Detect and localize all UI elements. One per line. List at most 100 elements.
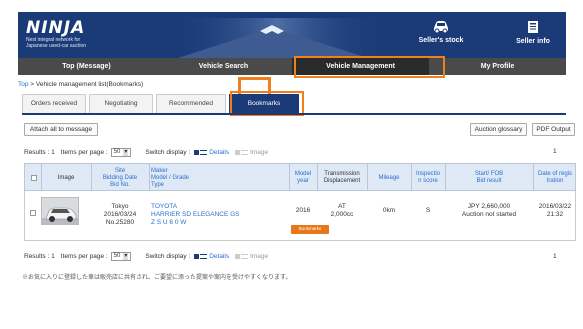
mileage-value: 0km xyxy=(382,207,396,214)
items-per-page-select[interactable]: 50 ▾ xyxy=(110,147,132,157)
table-header: Image Site Bidding Date Bid No. Maker Mo… xyxy=(24,163,577,192)
header-inspection[interactable]: Inspectio n score xyxy=(411,164,445,192)
model-grade[interactable]: HARRIER SD ELEGANCE GS xyxy=(151,211,240,219)
page-number-top[interactable]: 1 xyxy=(553,148,557,155)
header-checkbox[interactable] xyxy=(31,164,39,192)
grid-icon xyxy=(241,149,249,155)
highlight-connector-horizontal xyxy=(238,77,271,80)
logo-tagline-2: Japanese used-car auction xyxy=(26,43,87,49)
header-maker-line3: Type xyxy=(151,181,165,188)
col-divider xyxy=(149,164,150,192)
tab-negotiating[interactable]: Negotiating xyxy=(89,94,153,113)
reg-time: 21:32 xyxy=(546,211,564,218)
switch-display-label: Switch display : xyxy=(145,148,191,156)
site-cell: Tokyo 2016/03/24 No.25280 xyxy=(91,203,149,227)
bidding-date: 2016/03/24 xyxy=(103,211,137,218)
results-count: Results : 1 xyxy=(24,252,55,260)
header-site[interactable]: Site Bidding Date Bid No. xyxy=(91,164,149,192)
grid-icon xyxy=(241,253,249,259)
select-all-checkbox[interactable] xyxy=(31,175,37,181)
vehicle-thumbnail[interactable] xyxy=(41,197,79,225)
items-per-page-value: 50 xyxy=(113,148,121,155)
reg-date-cell: 2016/03/22 21:32 xyxy=(533,203,577,219)
vehicle-type[interactable]: Z S U 6 0 W xyxy=(151,219,240,227)
header-transmission-line1: Transmission xyxy=(324,171,360,177)
table-row: Tokyo 2016/03/24 No.25280 TOYOTA HARRIER… xyxy=(24,191,576,241)
header-reg-date-line2: tration xyxy=(546,178,564,184)
tab-orders-received[interactable]: Orders received xyxy=(22,94,86,113)
bookmark-note: ※お気に入りに登録した車は販売店に共有され、ご要望に添った提案や案内を受けやすく… xyxy=(22,275,292,281)
displacement-value: 2,000cc xyxy=(330,211,354,218)
logo-text: NINJA xyxy=(26,18,86,38)
header-start-line1: Start/ FOB xyxy=(474,171,504,177)
header-start-line2: Bid result xyxy=(476,178,502,184)
header-maker-line2: Model / Grade xyxy=(151,174,190,181)
items-per-page-label: Items per page : xyxy=(60,148,108,156)
switch-display: Switch display : Details Image xyxy=(145,149,268,156)
header-mileage[interactable]: Mileage xyxy=(367,164,411,192)
details-view-link[interactable]: Details xyxy=(209,149,229,156)
nav-vehicle-search[interactable]: Vehicle Search xyxy=(155,58,292,75)
header-model-year[interactable]: Model year xyxy=(289,164,317,192)
header-transmission: Transmission Displacement xyxy=(317,164,367,192)
page-number-bottom[interactable]: 1 xyxy=(553,253,557,260)
transmission-cell: AT 2,000cc xyxy=(317,203,367,219)
document-icon xyxy=(528,21,538,33)
header-reg-date-line1: Date of regis xyxy=(537,171,573,177)
tab-recommended[interactable]: Recommended xyxy=(156,94,226,113)
header-model-year-line1: Model xyxy=(294,171,312,177)
car-icon xyxy=(434,21,448,33)
nav-top-message[interactable]: Top (Message) xyxy=(18,58,155,75)
header-site-line1: Site xyxy=(114,167,126,174)
chevron-down-icon: ▾ xyxy=(123,252,129,260)
seller-info-label: Seller info xyxy=(516,38,550,45)
image-view-icon xyxy=(235,253,241,259)
image-view-link[interactable]: Image xyxy=(250,253,268,260)
header-site-line2: Bidding Date xyxy=(102,174,138,181)
header-maker[interactable]: Maker Model / Grade Type xyxy=(151,164,289,192)
items-per-page-label: Items per page : xyxy=(60,252,108,260)
reg-date: 2016/03/22 xyxy=(538,203,572,210)
image-view-icon xyxy=(235,149,241,155)
details-view-icon xyxy=(194,149,200,155)
header-model-year-line2: year xyxy=(297,178,309,184)
breadcrumb-current: Vehicle management list(Bookmarks) xyxy=(35,81,144,88)
car-photo xyxy=(42,198,78,224)
breadcrumb: Top > Vehicle management list(Bookmarks) xyxy=(18,81,143,88)
pdf-output-button[interactable]: PDF Output xyxy=(532,123,575,136)
header-start[interactable]: Start/ FOB Bid result xyxy=(445,164,533,192)
bid-result: Auction not started xyxy=(461,211,517,218)
sellers-stock-button[interactable]: Seller's stock xyxy=(406,18,476,54)
maker-name[interactable]: TOYOTA xyxy=(151,203,240,211)
mount-fuji-image xyxy=(168,18,388,58)
inspection-score: S xyxy=(425,207,431,214)
tabs-underline xyxy=(22,113,566,115)
header-site-line3: Bid No. xyxy=(110,181,130,188)
list-icon xyxy=(200,149,208,155)
model-year: 2016 xyxy=(295,207,311,214)
header-reg-date[interactable]: Date of regis tration xyxy=(533,164,577,192)
header-maker-line1: Maker xyxy=(151,167,168,174)
attach-all-button[interactable]: Attach all to message xyxy=(24,123,98,136)
details-view-link[interactable]: Details xyxy=(209,253,229,260)
header-image: Image xyxy=(57,174,75,181)
highlight-vehicle-management xyxy=(294,56,445,78)
breadcrumb-separator: > xyxy=(28,81,36,88)
seller-info-button[interactable]: Seller info xyxy=(498,18,566,54)
items-per-page-select[interactable]: 50 ▾ xyxy=(110,251,132,261)
image-view-link[interactable]: Image xyxy=(250,149,268,156)
header-transmission-line2: Displacement xyxy=(323,178,361,184)
transmission-value: AT xyxy=(338,203,346,210)
ninja-logo[interactable]: NINJA Nest integral network for Japanese… xyxy=(26,19,86,49)
maker-cell: TOYOTA HARRIER SD ELEGANCE GS Z S U 6 0 … xyxy=(151,203,240,227)
nav-my-profile[interactable]: My Profile xyxy=(429,58,566,75)
row-checkbox-cell xyxy=(30,210,36,219)
items-per-page-value: 50 xyxy=(113,252,121,259)
list-icon xyxy=(200,253,208,259)
bookmark-button[interactable]: Bookmarks xyxy=(291,225,329,234)
auction-glossary-button[interactable]: Auction glossary xyxy=(470,123,527,136)
main-nav: Top (Message) Vehicle Search Vehicle Man… xyxy=(18,58,566,75)
breadcrumb-top-link[interactable]: Top xyxy=(18,81,28,88)
row-checkbox[interactable] xyxy=(30,210,36,216)
start-cell: JPY 2,660,000 Auction not started xyxy=(445,203,533,219)
